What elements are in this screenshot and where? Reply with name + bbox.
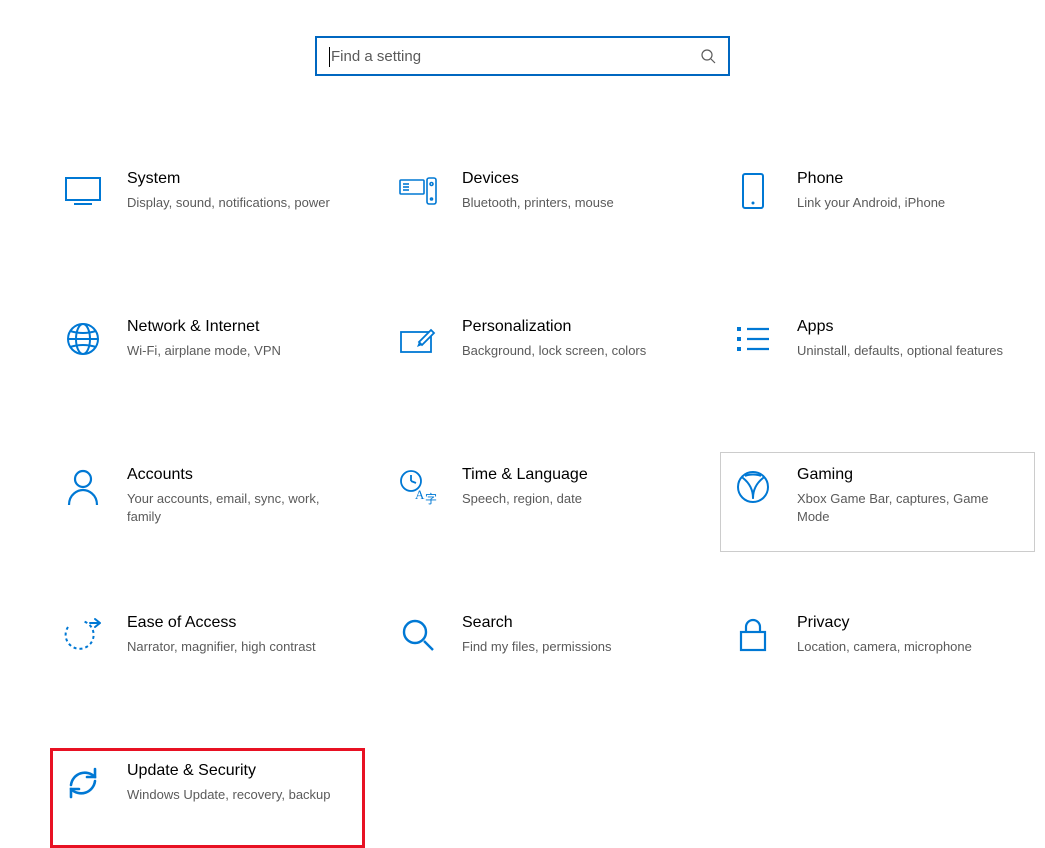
apps-list-icon	[733, 319, 773, 359]
search-box[interactable]	[315, 36, 730, 76]
tile-text: Ease of Access Narrator, magnifier, high…	[127, 611, 352, 656]
search-icon	[700, 48, 716, 64]
tile-text: Search Find my files, permissions	[462, 611, 687, 656]
tile-desc: Background, lock screen, colors	[462, 342, 687, 360]
search-area	[0, 36, 1045, 76]
tile-title: Phone	[797, 169, 1022, 190]
settings-grid: System Display, sound, notifications, po…	[0, 156, 1045, 848]
svg-text:字: 字	[425, 491, 437, 505]
tile-text: Time & Language Speech, region, date	[462, 463, 687, 508]
tile-ease-of-access[interactable]: Ease of Access Narrator, magnifier, high…	[50, 600, 365, 700]
xbox-icon	[733, 467, 773, 507]
ease-of-access-icon	[63, 615, 103, 655]
tile-desc: Display, sound, notifications, power	[127, 194, 352, 212]
tile-desc: Link your Android, iPhone	[797, 194, 1022, 212]
tile-text: Update & Security Windows Update, recove…	[127, 759, 352, 804]
tile-search[interactable]: Search Find my files, permissions	[385, 600, 700, 700]
tile-gaming[interactable]: Gaming Xbox Game Bar, captures, Game Mod…	[720, 452, 1035, 552]
tile-text: Apps Uninstall, defaults, optional featu…	[797, 315, 1022, 360]
tile-title: Accounts	[127, 465, 352, 486]
text-cursor	[329, 47, 330, 67]
paintbrush-icon	[398, 319, 438, 359]
tile-title: Search	[462, 613, 687, 634]
tile-text: Personalization Background, lock screen,…	[462, 315, 687, 360]
tile-desc: Wi-Fi, airplane mode, VPN	[127, 342, 352, 360]
tile-title: Network & Internet	[127, 317, 352, 338]
tile-desc: Bluetooth, printers, mouse	[462, 194, 687, 212]
tile-desc: Find my files, permissions	[462, 638, 687, 656]
tile-devices[interactable]: Devices Bluetooth, printers, mouse	[385, 156, 700, 256]
devices-icon	[398, 171, 438, 211]
tile-apps[interactable]: Apps Uninstall, defaults, optional featu…	[720, 304, 1035, 404]
tile-text: Phone Link your Android, iPhone	[797, 167, 1022, 212]
tile-update-security[interactable]: Update & Security Windows Update, recove…	[50, 748, 365, 848]
tile-desc: Location, camera, microphone	[797, 638, 1022, 656]
tile-desc: Speech, region, date	[462, 490, 687, 508]
tile-text: Devices Bluetooth, printers, mouse	[462, 167, 687, 212]
system-icon	[63, 171, 103, 211]
settings-home: System Display, sound, notifications, po…	[0, 0, 1045, 848]
tile-network[interactable]: Network & Internet Wi-Fi, airplane mode,…	[50, 304, 365, 404]
tile-title: Personalization	[462, 317, 687, 338]
tile-text: Privacy Location, camera, microphone	[797, 611, 1022, 656]
tile-personalization[interactable]: Personalization Background, lock screen,…	[385, 304, 700, 404]
phone-icon	[733, 171, 773, 211]
tile-time-language[interactable]: A 字 Time & Language Speech, region, date	[385, 452, 700, 552]
tile-title: Apps	[797, 317, 1022, 338]
tile-title: Ease of Access	[127, 613, 352, 634]
tile-title: Privacy	[797, 613, 1022, 634]
tile-title: Time & Language	[462, 465, 687, 486]
tile-title: Gaming	[797, 465, 1022, 486]
tile-title: Update & Security	[127, 761, 352, 782]
tile-desc: Your accounts, email, sync, work, family	[127, 490, 352, 526]
svg-text:A: A	[415, 487, 425, 502]
tile-desc: Narrator, magnifier, high contrast	[127, 638, 352, 656]
time-language-icon: A 字	[398, 467, 438, 507]
tile-desc: Windows Update, recovery, backup	[127, 786, 352, 804]
tile-text: Accounts Your accounts, email, sync, wor…	[127, 463, 352, 526]
tile-system[interactable]: System Display, sound, notifications, po…	[50, 156, 365, 256]
tile-accounts[interactable]: Accounts Your accounts, email, sync, wor…	[50, 452, 365, 552]
tile-desc: Uninstall, defaults, optional features	[797, 342, 1022, 360]
search-input[interactable]	[329, 38, 700, 74]
tile-title: Devices	[462, 169, 687, 190]
tile-phone[interactable]: Phone Link your Android, iPhone	[720, 156, 1035, 256]
magnifier-icon	[398, 615, 438, 655]
tile-title: System	[127, 169, 352, 190]
tile-text: System Display, sound, notifications, po…	[127, 167, 352, 212]
globe-icon	[63, 319, 103, 359]
tile-text: Network & Internet Wi-Fi, airplane mode,…	[127, 315, 352, 360]
tile-privacy[interactable]: Privacy Location, camera, microphone	[720, 600, 1035, 700]
tile-desc: Xbox Game Bar, captures, Game Mode	[797, 490, 1022, 526]
tile-text: Gaming Xbox Game Bar, captures, Game Mod…	[797, 463, 1022, 526]
sync-icon	[63, 763, 103, 803]
person-icon	[63, 467, 103, 507]
lock-icon	[733, 615, 773, 655]
